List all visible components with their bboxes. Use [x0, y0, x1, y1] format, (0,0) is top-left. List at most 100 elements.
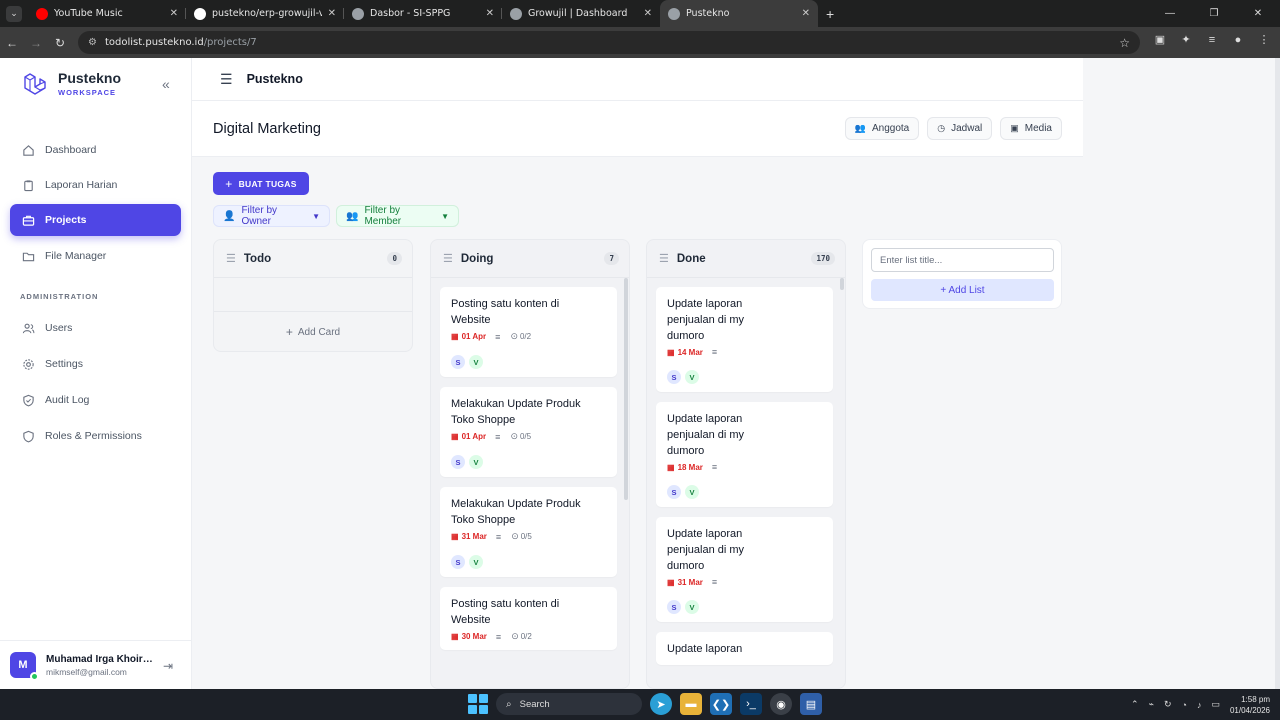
anggota-button[interactable]: 👥 Anggota [844, 117, 920, 140]
new-tab-icon[interactable]: + [826, 6, 834, 22]
chevron-up-icon[interactable]: ⌃ [1131, 699, 1139, 710]
site-info-icon[interactable]: ⚙ [88, 37, 97, 48]
task-card[interactable]: Update laporan penjualan di my dumoro ▦ 1… [656, 402, 833, 507]
wifi-icon[interactable]: ◔ [1182, 700, 1187, 710]
youtube-music-favicon-icon [36, 7, 48, 20]
filter-by-owner-dropdown[interactable]: 👤 Filter by Owner ▼ [213, 205, 330, 227]
sidebar-item-file-manager[interactable]: File Manager [10, 240, 181, 272]
task-card[interactable]: Melakukan Update Produk Toko Shoppe ▦ 31 … [440, 487, 617, 577]
minimize-icon[interactable]: — [1148, 0, 1192, 27]
chrome-icon[interactable]: ◉ [770, 693, 792, 715]
sidebar-item-users[interactable]: Users [10, 312, 181, 344]
sidebar-item-projects[interactable]: Projects [10, 204, 181, 236]
list-header[interactable]: ☰ Doing 7 [431, 240, 629, 278]
filter-by-member-dropdown[interactable]: 👥 Filter by Member ▼ [336, 205, 459, 227]
empty-drop-zone[interactable] [214, 278, 412, 312]
add-list-button[interactable]: + Add List [871, 279, 1054, 301]
forward-icon[interactable]: → [24, 36, 48, 50]
sidebar-item-settings[interactable]: Settings [10, 348, 181, 380]
hamburger-menu-icon[interactable]: ☰ [220, 71, 233, 88]
network-icon[interactable]: ⌁ [1149, 699, 1154, 710]
task-card[interactable]: Update laporan [656, 632, 833, 665]
task-card[interactable]: Posting satu konten di Website ▦ 01 Apr ≡… [440, 287, 617, 377]
collapse-sidebar-icon[interactable]: « [162, 76, 170, 92]
drag-handle-icon[interactable]: ☰ [659, 252, 669, 265]
volume-icon[interactable]: ♪ [1197, 700, 1202, 710]
task-card[interactable]: Update laporan penjualan di my dumoro ▦ 1… [656, 287, 833, 392]
sidebar-item-audit-log[interactable]: Audit Log [10, 384, 181, 416]
close-window-icon[interactable]: ✕ [1236, 0, 1280, 27]
file-explorer-icon[interactable]: ▬ [680, 693, 702, 715]
jadwal-button[interactable]: ◷ Jadwal [927, 117, 993, 140]
close-tab-icon[interactable]: ✕ [328, 8, 336, 19]
browser-tab-growujil[interactable]: Growujil | Dashboard ✕ [502, 0, 660, 27]
bookmark-star-icon[interactable]: ☆ [1119, 36, 1130, 50]
back-icon[interactable]: ← [0, 36, 24, 50]
brand[interactable]: Pustekno WORKSPACE [22, 70, 121, 97]
browser-tab-pustekno[interactable]: Pustekno ✕ [660, 0, 818, 27]
notepad-icon[interactable]: ▤ [800, 693, 822, 715]
media-button[interactable]: ▣ Media [1000, 117, 1062, 140]
extensions-puzzle-icon[interactable]: ✦ [1178, 32, 1194, 48]
member-avatar[interactable]: S [667, 600, 681, 614]
create-task-button[interactable]: + BUAT TUGAS [213, 172, 309, 195]
sidebar-item-roles-permissions[interactable]: Roles & Permissions [10, 420, 181, 452]
address-bar[interactable]: ⚙ todolist.pustekno.id/projects/7 ☆ [78, 31, 1140, 54]
browser-menu-icon[interactable]: ⋮ [1256, 32, 1272, 48]
close-tab-icon[interactable]: ✕ [644, 8, 652, 19]
member-avatar[interactable]: V [685, 370, 699, 384]
vscode-icon[interactable]: ❮❯ [710, 693, 732, 715]
browser-tab-dasbor[interactable]: Dasbor - SI-SPPG ✕ [344, 0, 502, 27]
member-avatar[interactable]: V [469, 555, 483, 569]
member-avatar[interactable]: S [667, 485, 681, 499]
add-card-button[interactable]: + Add Card [214, 312, 412, 351]
card-title: Melakukan Update Produk Toko Shoppe [451, 498, 581, 526]
list-scrollbar[interactable] [840, 278, 844, 290]
list-scrollbar[interactable] [624, 278, 628, 500]
sync-icon[interactable]: ↻ [1164, 699, 1172, 710]
maximize-icon[interactable]: ❐ [1192, 0, 1236, 27]
telegram-icon[interactable]: ➤ [650, 693, 672, 715]
close-tab-icon[interactable]: ✕ [802, 8, 810, 19]
user-icon: 👤 [223, 210, 236, 222]
clock[interactable]: 1:58 pm 01/04/2026 [1230, 694, 1270, 716]
task-card[interactable]: Posting satu konten di Website ▦ 30 Mar ≡… [440, 587, 617, 650]
drag-handle-icon[interactable]: ☰ [226, 252, 236, 265]
user-profile[interactable]: M Muhamad Irga Khoirul ... mikmself@gmai… [0, 640, 192, 689]
brand-name: Pustekno [58, 70, 122, 86]
list-header[interactable]: ☰ Done 170 [647, 240, 845, 278]
extensions-area: ▣ ✦ ≡ ● ⋮ [1152, 32, 1272, 48]
member-avatar[interactable]: V [469, 355, 483, 369]
media-control-icon[interactable]: ≡ [1204, 32, 1220, 48]
list-title-input[interactable] [871, 248, 1054, 272]
member-avatar[interactable]: S [451, 355, 465, 369]
task-card[interactable]: Melakukan Update Produk Toko Shoppe ▦ 01 … [440, 387, 617, 477]
close-tab-icon[interactable]: ✕ [170, 8, 178, 19]
tab-search-dropdown-icon[interactable]: ⌄ [6, 5, 22, 22]
reload-icon[interactable]: ↻ [48, 36, 72, 50]
browser-tab-youtube-music[interactable]: YouTube Music ✕ [28, 0, 186, 27]
member-avatar[interactable]: S [451, 455, 465, 469]
close-tab-icon[interactable]: ✕ [486, 8, 494, 19]
profile-icon[interactable]: ● [1230, 32, 1246, 48]
browser-tab-github[interactable]: pustekno/erp-growujil-v2 ✕ [186, 0, 344, 27]
terminal-icon[interactable]: ›_ [740, 693, 762, 715]
member-avatar[interactable]: V [469, 455, 483, 469]
taskbar-search[interactable]: ⌕ Search [496, 693, 642, 715]
member-avatar[interactable]: V [685, 600, 699, 614]
users-icon: 👥 [854, 123, 866, 133]
sidebar-item-dashboard[interactable]: Dashboard [10, 134, 181, 166]
taskbar-apps: ⌕ Search ➤ ▬ ❮❯ ›_ ◉ ▤ [468, 693, 822, 715]
battery-icon[interactable]: ▭ [1211, 699, 1220, 710]
page-scrollbar[interactable] [1275, 58, 1280, 689]
task-card[interactable]: Update laporan penjualan di my dumoro ▦ 3… [656, 517, 833, 622]
drag-handle-icon[interactable]: ☰ [443, 252, 453, 265]
sidebar-item-laporan-harian[interactable]: Laporan Harian [10, 169, 181, 201]
windows-start-icon[interactable] [468, 694, 488, 714]
logout-icon[interactable]: ⇥ [163, 659, 173, 673]
extension-icon[interactable]: ▣ [1152, 32, 1168, 48]
member-avatar[interactable]: S [451, 555, 465, 569]
list-header[interactable]: ☰ Todo 0 [214, 240, 412, 278]
member-avatar[interactable]: V [685, 485, 699, 499]
member-avatar[interactable]: S [667, 370, 681, 384]
